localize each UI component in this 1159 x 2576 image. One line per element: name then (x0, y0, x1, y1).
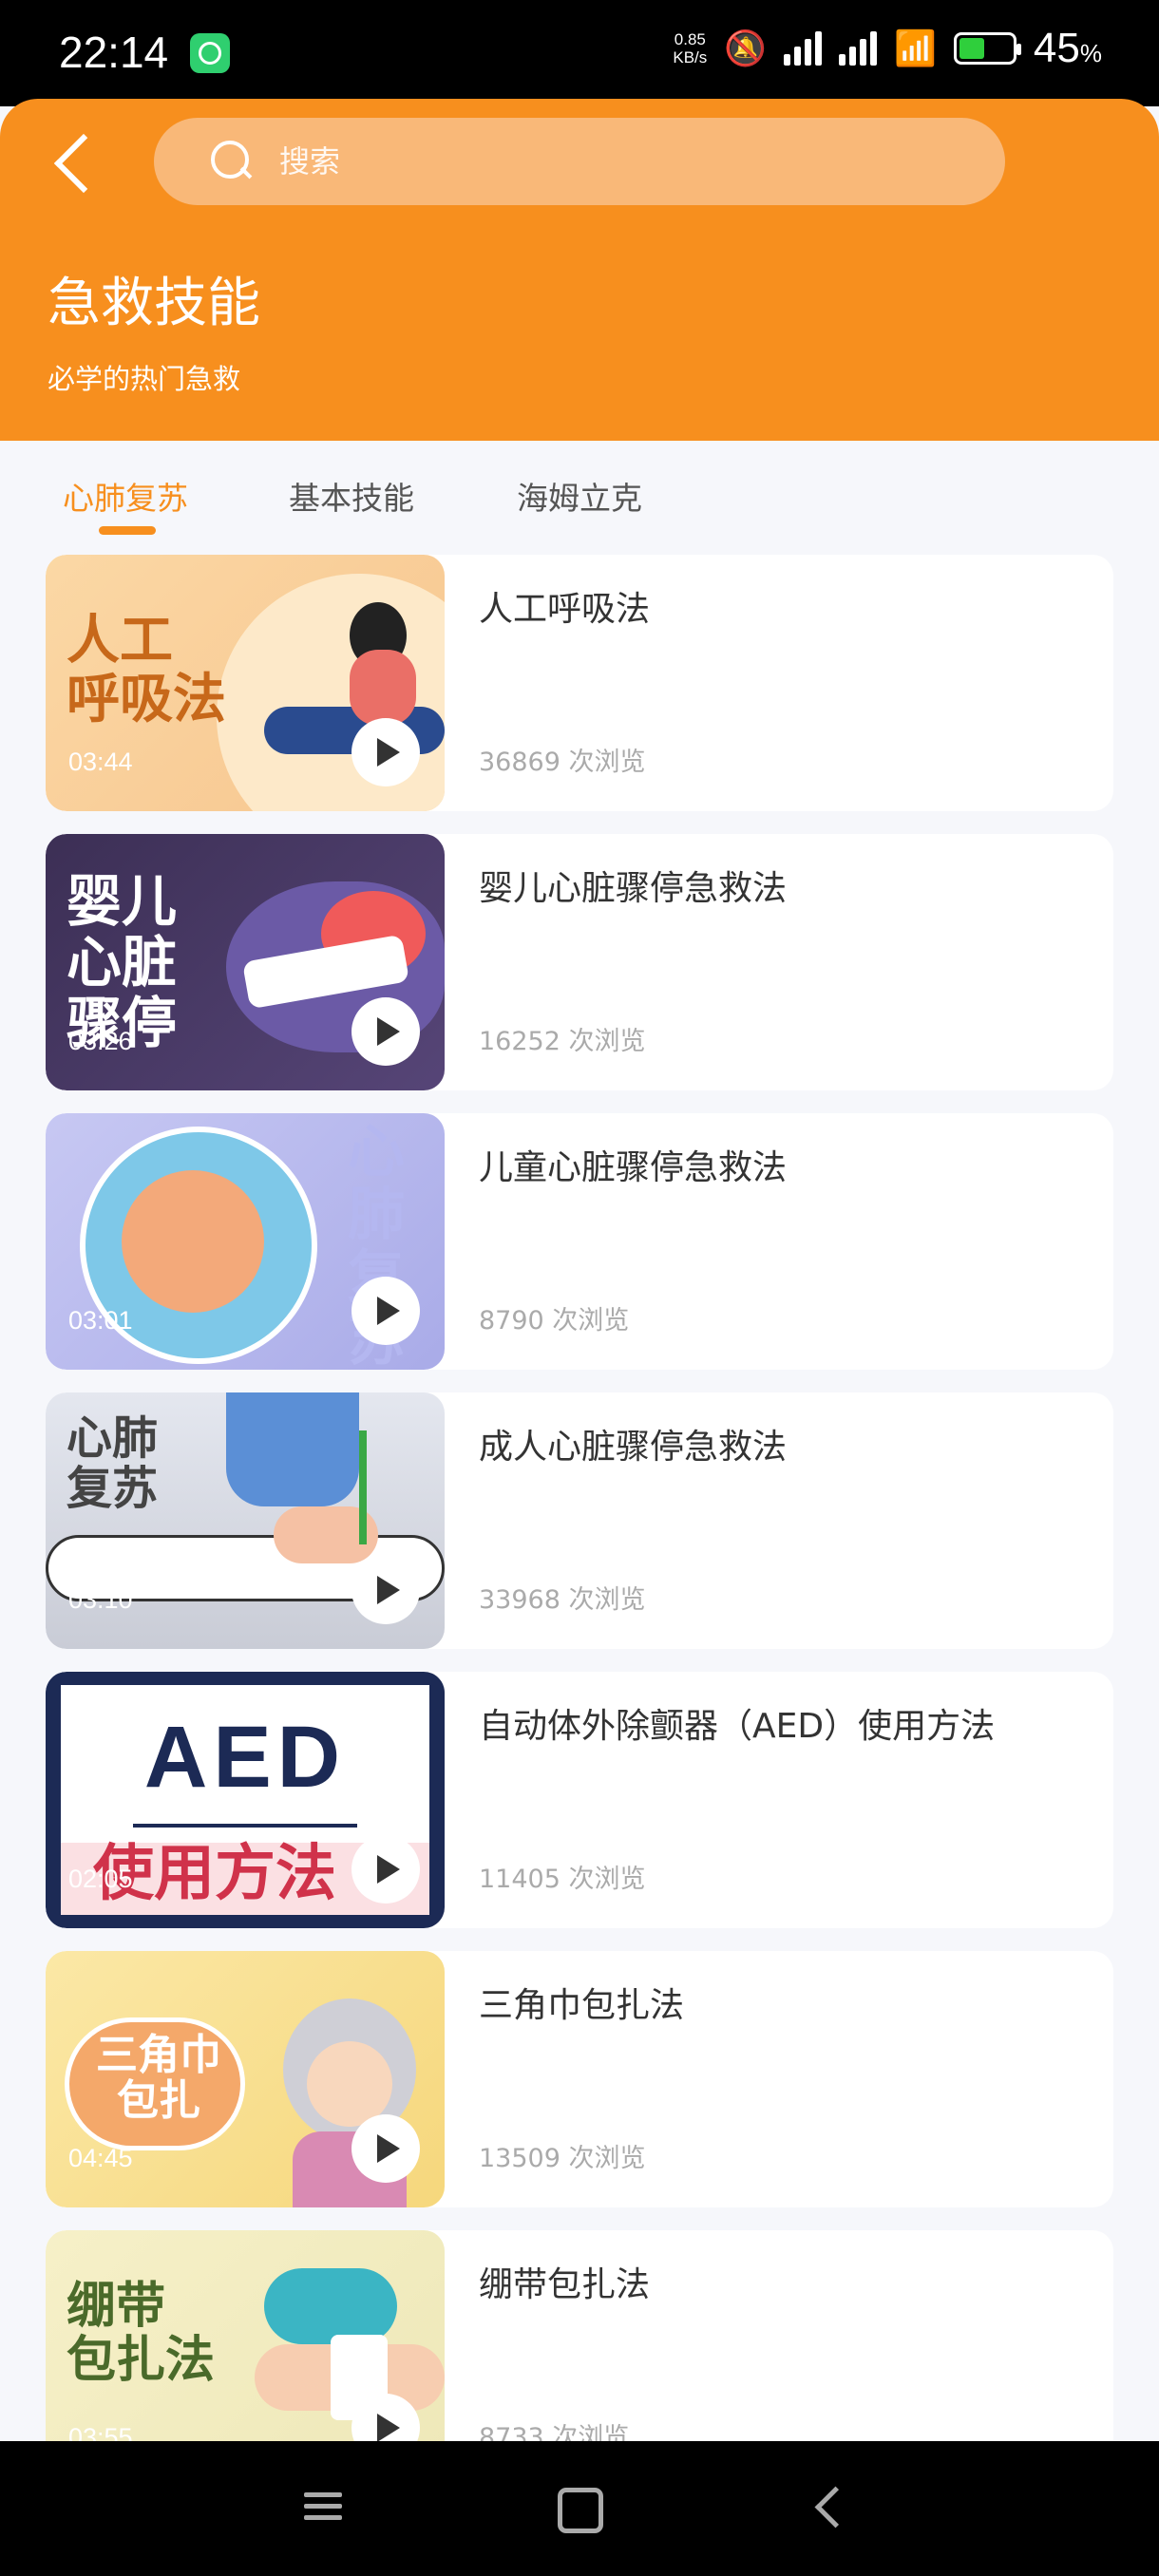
video-title: 三角巾包扎法 (479, 1986, 685, 2025)
category-tabs: 心肺复苏 基本技能 海姆立克 (0, 441, 1159, 555)
play-button[interactable] (352, 1277, 420, 1345)
page-subtitle: 必学的热门急救 (48, 363, 241, 395)
thumbnail-caption: 绷带 包扎法 (66, 2278, 216, 2390)
battery-icon (953, 32, 1021, 65)
video-thumbnail: 心肺复苏 03:01 (46, 1113, 445, 1370)
system-back-icon[interactable] (792, 2473, 868, 2540)
system-nav-bar (0, 2441, 1159, 2576)
network-speed: 0.85 KB/s (673, 30, 708, 66)
wifi-icon: 📶 (894, 29, 937, 68)
play-button[interactable] (352, 1556, 420, 1624)
video-title: 儿童心脏骤停急救法 (479, 1148, 788, 1187)
video-card[interactable]: 心肺 复苏 03:10 成人心脏骤停急救法 33968 次浏览 (46, 1392, 1113, 1649)
video-thumbnail: 人工 呼吸法 03:44 (46, 555, 445, 811)
video-card[interactable]: 婴儿 心脏 骤停 03:26 婴儿心脏骤停急救法 16252 次浏览 (46, 834, 1113, 1090)
home-icon[interactable] (538, 2473, 614, 2540)
tab-heimlich[interactable]: 海姆立克 (517, 473, 642, 519)
page-title: 急救技能 (48, 273, 260, 334)
video-thumbnail: 心肺 复苏 03:10 (46, 1392, 445, 1649)
search-input[interactable] (279, 143, 944, 180)
video-thumbnail: 三角巾 包扎 04:45 (46, 1951, 445, 2207)
status-time: 22:14 (59, 28, 169, 77)
tab-cpr[interactable]: 心肺复苏 (63, 473, 188, 519)
play-button[interactable] (352, 718, 420, 786)
view-count: 36869 次浏览 (479, 748, 646, 777)
video-card[interactable]: 人工 呼吸法 03:44 人工呼吸法 36869 次浏览 (46, 555, 1113, 811)
battery-level: 45% (1033, 25, 1102, 71)
video-duration: 03:44 (68, 748, 133, 776)
view-count: 11405 次浏览 (479, 1865, 646, 1894)
video-duration: 03:10 (68, 1585, 133, 1614)
video-title: 人工呼吸法 (479, 590, 651, 629)
video-duration: 03:01 (68, 1306, 133, 1335)
thumbnail-caption: AED (143, 1709, 347, 1806)
play-button[interactable] (352, 1835, 420, 1904)
video-card[interactable]: 三角巾 包扎 04:45 三角巾包扎法 13509 次浏览 (46, 1951, 1113, 2207)
video-duration: 04:45 (68, 2144, 133, 2172)
status-indicators: 0.85 KB/s 🔕 📶 45% (673, 25, 1102, 72)
view-count: 8790 次浏览 (479, 1306, 630, 1335)
thumbnail-caption: 三角巾 包扎 (96, 2031, 221, 2126)
thumbnail-caption: 人工 呼吸法 (66, 610, 226, 730)
video-duration: 02:05 (68, 1865, 133, 1893)
signal-icon-2 (839, 31, 878, 66)
recent-apps-icon[interactable] (285, 2473, 361, 2540)
view-count: 13509 次浏览 (479, 2144, 646, 2173)
mute-icon: 🔕 (724, 29, 768, 68)
video-card[interactable]: 心肺复苏 03:01 儿童心脏骤停急救法 8790 次浏览 (46, 1113, 1113, 1370)
video-duration: 03:26 (68, 1027, 133, 1055)
thumbnail-caption: 心肺复苏 (66, 1411, 159, 1515)
video-title: 成人心脏骤停急救法 (479, 1428, 788, 1467)
header: 急救技能 必学的热门急救 (0, 99, 1159, 441)
tab-indicator (99, 526, 156, 535)
status-bar: 22:14 0.85 KB/s 🔕 📶 45% (0, 0, 1159, 106)
tab-basic-skills[interactable]: 基本技能 (289, 473, 414, 519)
app-notification-icon (190, 33, 230, 73)
search-bar[interactable] (154, 118, 1005, 205)
video-title: 婴儿心脏骤停急救法 (479, 869, 788, 908)
video-title: 自动体外除颤器（AED）使用方法 (479, 1707, 996, 1746)
play-button[interactable] (352, 997, 420, 1066)
view-count: 33968 次浏览 (479, 1585, 646, 1615)
signal-icon (784, 31, 823, 66)
video-thumbnail: 婴儿 心脏 骤停 03:26 (46, 834, 445, 1090)
back-button[interactable] (49, 127, 116, 203)
video-card[interactable]: AED 使用方法 02:05 自动体外除颤器（AED）使用方法 11405 次浏… (46, 1672, 1113, 1928)
play-button[interactable] (352, 2114, 420, 2183)
video-thumbnail: AED 使用方法 02:05 (46, 1672, 445, 1928)
video-title: 绷带包扎法 (479, 2265, 651, 2304)
search-icon (211, 141, 253, 182)
view-count: 16252 次浏览 (479, 1027, 646, 1056)
